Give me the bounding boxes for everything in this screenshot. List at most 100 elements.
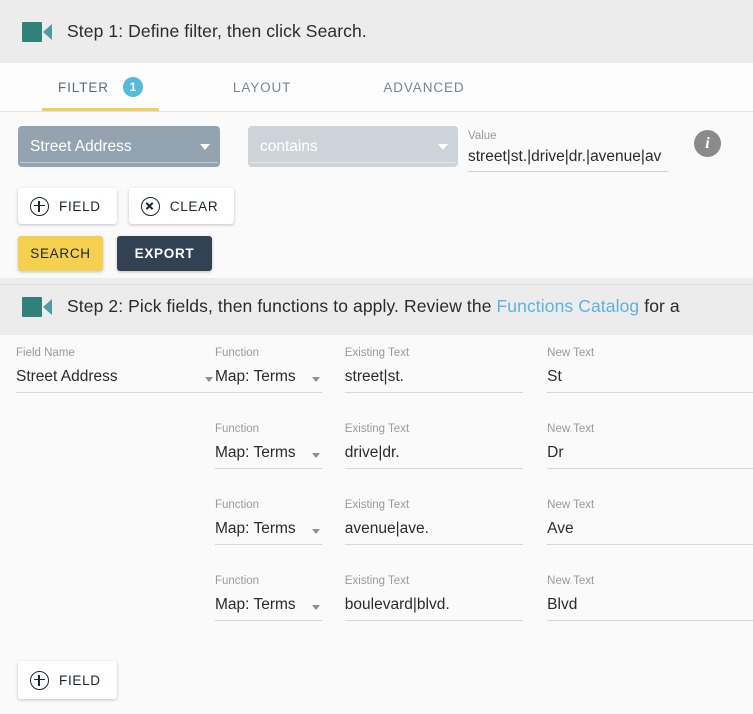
table-row: Function Map: Terms Existing Text New Te… (0, 575, 753, 651)
tab-active-underline (42, 108, 159, 111)
chevron-down-icon (311, 377, 320, 382)
function-select[interactable]: Map: Terms (214, 442, 322, 469)
tab-layout-label: LAYOUT (232, 79, 292, 95)
clear-button[interactable]: CLEAR (128, 188, 235, 224)
add-field-label: FIELD (59, 198, 101, 214)
video-camera-icon (22, 296, 54, 318)
label-new-text: New Text (547, 347, 595, 359)
label-field-name: Field Name (16, 347, 75, 359)
tab-advanced[interactable]: ADVANCED (367, 63, 480, 111)
filter-field-value: Street Address (30, 137, 132, 155)
add-field-button[interactable]: FIELD (18, 188, 117, 224)
plus-circle-icon (30, 670, 49, 690)
tab-filter[interactable]: FILTER 1 (42, 63, 159, 111)
info-icon[interactable]: i (694, 130, 721, 157)
filter-value-input[interactable] (468, 144, 668, 172)
search-button[interactable]: SEARCH (18, 236, 103, 271)
step2-title: Step 2: Pick fields, then functions to a… (67, 296, 680, 317)
label-function: Function (214, 347, 260, 359)
function-select[interactable]: Map: Terms (214, 366, 322, 393)
functions-catalog-link[interactable]: Functions Catalog (497, 296, 640, 316)
select-underline (250, 162, 456, 163)
cell-existing-text: Existing Text (344, 423, 524, 499)
step2-banner: Step 2: Pick fields, then functions to a… (0, 278, 753, 335)
close-circle-icon (140, 196, 160, 216)
label-existing-text: Existing Text (344, 575, 410, 587)
label-function: Function (214, 575, 260, 587)
label-new-text: New Text (547, 423, 595, 435)
function-value: Map: Terms (214, 368, 296, 385)
add-mapping-field-button[interactable]: FIELD (18, 661, 117, 699)
filter-panel: Street Address contains Value i FIELD (0, 112, 753, 285)
filter-value-wrap: Value (468, 126, 668, 172)
tab-bar: FILTER 1 LAYOUT ADVANCED (0, 63, 753, 112)
existing-text-input[interactable] (344, 442, 524, 469)
chevron-down-icon (204, 377, 213, 382)
export-button[interactable]: EXPORT (117, 236, 212, 271)
filter-operator-select[interactable]: contains (248, 126, 458, 167)
function-value: Map: Terms (214, 520, 296, 537)
field-name-select[interactable]: Street Address (16, 366, 215, 393)
select-underline (20, 162, 218, 163)
cell-existing-text: Existing Text (344, 575, 524, 651)
cell-field-name-empty (16, 423, 215, 499)
cell-new-text: New Text (547, 347, 753, 423)
filter-primary-actions: SEARCH EXPORT (0, 236, 753, 271)
function-value: Map: Terms (214, 444, 296, 461)
cell-function: Function Map: Terms (214, 347, 322, 423)
step1-title: Step 1: Define filter, then click Search… (67, 21, 367, 41)
step2-text-before: Step 2: Pick fields, then functions to a… (67, 296, 497, 316)
existing-text-input[interactable] (344, 594, 524, 621)
chevron-down-icon (438, 144, 448, 150)
label-existing-text: Existing Text (344, 347, 410, 359)
label-existing-text: Existing Text (344, 423, 410, 435)
existing-text-input[interactable] (344, 518, 524, 545)
cell-function: Function Map: Terms (214, 575, 322, 651)
existing-text-input[interactable] (344, 366, 524, 393)
cell-field-name: Field Name Street Address (16, 347, 215, 423)
table-row: Function Map: Terms Existing Text New Te… (0, 423, 753, 499)
label-new-text: New Text (547, 499, 595, 511)
step1-banner: Step 1: Define filter, then click Search… (0, 0, 753, 63)
cell-new-text: New Text (547, 575, 753, 651)
label-existing-text: Existing Text (344, 499, 410, 511)
tab-filter-label: FILTER (58, 79, 109, 95)
step2-text-after: for a (639, 296, 680, 316)
label-function: Function (214, 423, 260, 435)
filter-row: Street Address contains Value i (0, 126, 753, 182)
filter-operator-value: contains (260, 137, 318, 155)
field-name-value: Street Address (16, 368, 118, 385)
chevron-down-icon (311, 529, 320, 534)
new-text-input[interactable] (547, 518, 753, 545)
tab-layout[interactable]: LAYOUT (217, 63, 307, 111)
cell-new-text: New Text (547, 423, 753, 499)
section-divider (0, 284, 753, 285)
plus-circle-icon (30, 196, 49, 216)
function-value: Map: Terms (214, 596, 296, 613)
video-camera-icon (22, 21, 54, 43)
new-text-input[interactable] (547, 366, 753, 393)
chevron-down-icon (311, 453, 320, 458)
function-select[interactable]: Map: Terms (214, 518, 322, 545)
filter-field-select[interactable]: Street Address (18, 126, 220, 167)
table-row: Function Map: Terms Existing Text New Te… (0, 499, 753, 575)
chevron-down-icon (200, 144, 210, 150)
filter-value-label: Value (468, 130, 497, 142)
app-root: Step 1: Define filter, then click Search… (0, 0, 753, 714)
tab-advanced-label: ADVANCED (383, 79, 465, 95)
mapping-actions: FIELD (0, 651, 753, 699)
new-text-input[interactable] (547, 442, 753, 469)
add-mapping-field-label: FIELD (59, 672, 101, 688)
function-select[interactable]: Map: Terms (214, 594, 322, 621)
cell-function: Function Map: Terms (214, 499, 322, 575)
cell-field-name-empty (16, 499, 215, 575)
label-new-text: New Text (547, 575, 595, 587)
cell-existing-text: Existing Text (344, 499, 524, 575)
cell-existing-text: Existing Text (344, 347, 524, 423)
tab-filter-badge: 1 (122, 77, 143, 97)
chevron-down-icon (311, 605, 320, 610)
filter-secondary-actions: FIELD CLEAR (0, 188, 753, 224)
mapping-grid: Field Name Street Address Function Map: … (0, 335, 753, 699)
table-row: Field Name Street Address Function Map: … (0, 347, 753, 423)
new-text-input[interactable] (547, 594, 753, 621)
